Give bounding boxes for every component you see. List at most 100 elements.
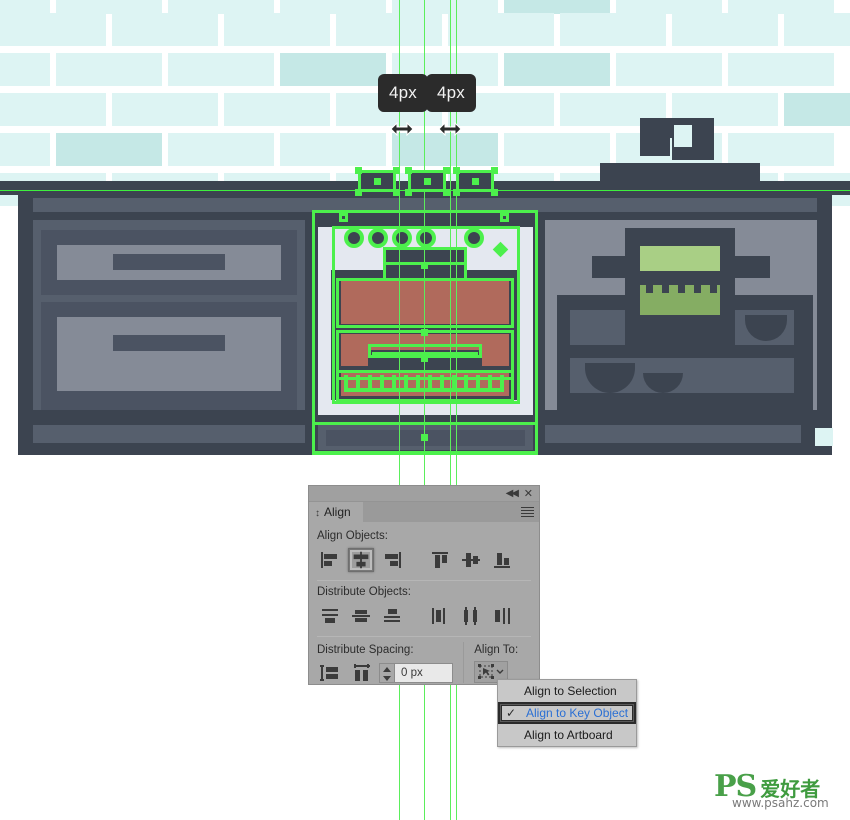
panel-titlebar[interactable]: ◀◀ ✕ bbox=[309, 486, 539, 502]
grate-tooth-10 bbox=[452, 375, 456, 391]
menu-item-align-to-key-object[interactable]: ✓ Align to Key Object bbox=[498, 702, 636, 724]
vertical-distribute-bottom-button[interactable] bbox=[379, 604, 405, 628]
grate-tooth-4 bbox=[380, 375, 384, 391]
green-notch-e bbox=[710, 285, 717, 293]
horizontal-align-center-button[interactable] bbox=[348, 548, 374, 572]
align-objects-row bbox=[317, 547, 531, 573]
bbox-handle-tr[interactable] bbox=[500, 213, 509, 222]
anchor-chip3-bl bbox=[453, 189, 460, 196]
faucet-gap-notch bbox=[674, 125, 692, 147]
spacing-input[interactable]: 0 px bbox=[395, 663, 453, 683]
grate-tooth-9 bbox=[440, 375, 444, 391]
anchor-chip3-br bbox=[491, 189, 498, 196]
close-icon[interactable]: ✕ bbox=[524, 488, 533, 500]
distribute-spacing-label: Distribute Spacing: bbox=[317, 644, 414, 656]
illustrator-screenshot: 4px 4px ◀◀ ✕ ↕ Align Align Objects: Dist… bbox=[0, 0, 850, 820]
bbox-handle-tl[interactable] bbox=[339, 213, 348, 222]
grate-tooth-12 bbox=[476, 375, 480, 391]
anchor-chip1-bl bbox=[355, 189, 362, 196]
vertical-align-center-button[interactable] bbox=[458, 548, 484, 572]
collapse-icon[interactable]: ◀◀ bbox=[506, 488, 519, 500]
measure-arrow-icon-1 bbox=[390, 121, 414, 137]
anchor-chip3-tl bbox=[453, 167, 460, 174]
grate-tooth-8 bbox=[428, 375, 432, 391]
anchor-chip1-tl bbox=[355, 167, 362, 174]
align-objects-label: Align Objects: bbox=[317, 530, 388, 542]
right-kickplate bbox=[545, 425, 801, 443]
anchor-chip2-tl bbox=[405, 167, 412, 174]
anchor-chip3-tr bbox=[491, 167, 498, 174]
anchor-chip1-br bbox=[393, 189, 400, 196]
right-shelf-arm-right bbox=[730, 256, 770, 278]
align-to-column: Align To: bbox=[463, 642, 531, 683]
grate-tooth-14 bbox=[500, 375, 504, 391]
green-notch-c bbox=[678, 285, 685, 293]
anchor-chip2-bl bbox=[405, 189, 412, 196]
tab-align[interactable]: ↕ Align bbox=[309, 502, 363, 522]
panel-body: Align Objects: Distribute Objects: Distr… bbox=[309, 522, 539, 685]
vertical-distribute-top-button[interactable] bbox=[317, 604, 343, 628]
left-drawer-lower-handle bbox=[113, 335, 225, 351]
green-notch-b bbox=[662, 285, 669, 293]
menu-item-label: Align to Selection bbox=[524, 684, 617, 698]
vertical-align-bottom-button[interactable] bbox=[489, 548, 515, 572]
center-point-chip-3 bbox=[472, 178, 479, 185]
right-corner-tile bbox=[815, 428, 833, 446]
distribute-objects-row bbox=[317, 603, 531, 629]
grate-tooth-6 bbox=[404, 375, 408, 391]
menu-item-align-to-artboard[interactable]: Align to Artboard bbox=[498, 724, 636, 746]
grate-tooth-1 bbox=[344, 375, 348, 391]
left-drawer-upper-handle bbox=[113, 254, 225, 270]
check-icon: ✓ bbox=[506, 706, 517, 720]
horizontal-distribute-center-button[interactable] bbox=[458, 604, 484, 628]
green-notch-d bbox=[694, 285, 701, 293]
align-panel[interactable]: ◀◀ ✕ ↕ Align Align Objects: Distribute O… bbox=[308, 485, 540, 685]
distribute-spacing-controls: 0 px bbox=[317, 661, 463, 685]
oven-zone-1-selection bbox=[336, 278, 514, 328]
horizontal-align-right-button[interactable] bbox=[379, 548, 405, 572]
center-marker-tray bbox=[421, 262, 428, 269]
vertical-align-top-button[interactable] bbox=[427, 548, 453, 572]
horizontal-distribute-right-button[interactable] bbox=[489, 604, 515, 628]
left-kickplate bbox=[33, 425, 305, 443]
anchor-chip2-br bbox=[443, 189, 450, 196]
grate-tooth-5 bbox=[392, 375, 396, 391]
vertical-distribute-space-button[interactable] bbox=[317, 661, 343, 685]
horizontal-distribute-left-button[interactable] bbox=[427, 604, 453, 628]
center-point-chip-2 bbox=[424, 178, 431, 185]
green-item-top-2 bbox=[640, 246, 720, 271]
center-marker-zone2 bbox=[421, 355, 428, 362]
anchor-chip2-tr bbox=[443, 167, 450, 174]
menu-item-align-to-selection[interactable]: Align to Selection bbox=[498, 680, 636, 702]
green-notch-a bbox=[646, 285, 653, 293]
updown-arrows-icon: ↕ bbox=[315, 508, 320, 519]
grate-tooth-13 bbox=[488, 375, 492, 391]
grate-tooth-2 bbox=[356, 375, 360, 391]
panel-divider-2 bbox=[317, 636, 531, 637]
watermark: PS 爱好者 www.psahz.com bbox=[714, 772, 829, 811]
grate-tooth-3 bbox=[368, 375, 372, 391]
measure-arrow-icon-2 bbox=[438, 121, 462, 137]
grate-tooth-7 bbox=[416, 375, 420, 391]
menu-item-label: Align to Key Object bbox=[526, 706, 629, 720]
distribute-spacing-column: Distribute Spacing: 0 px bbox=[317, 642, 463, 685]
spacing-stepper[interactable] bbox=[379, 663, 395, 683]
measurement-label-2: 4px bbox=[426, 74, 477, 112]
measurement-label-1: 4px bbox=[378, 74, 429, 112]
center-marker-drawer bbox=[421, 434, 428, 441]
align-to-dropdown-menu[interactable]: Align to Selection ✓ Align to Key Object… bbox=[497, 679, 637, 747]
panel-menu-icon[interactable] bbox=[521, 507, 534, 517]
menu-item-label: Align to Artboard bbox=[524, 728, 613, 742]
horizontal-align-left-button[interactable] bbox=[317, 548, 343, 572]
align-to-label: Align To: bbox=[474, 644, 519, 656]
distribute-objects-label: Distribute Objects: bbox=[317, 586, 411, 598]
vertical-distribute-center-button[interactable] bbox=[348, 604, 374, 628]
anchor-chip1-tr bbox=[393, 167, 400, 174]
horizontal-distribute-space-button[interactable] bbox=[348, 661, 374, 685]
panel-divider-1 bbox=[317, 580, 531, 581]
left-drawer-lower-face bbox=[57, 317, 281, 391]
panel-tabs[interactable]: ↕ Align bbox=[309, 502, 539, 522]
grate-tooth-11 bbox=[464, 375, 468, 391]
panel-title: Align bbox=[324, 505, 351, 519]
faucet-base bbox=[600, 163, 760, 181]
